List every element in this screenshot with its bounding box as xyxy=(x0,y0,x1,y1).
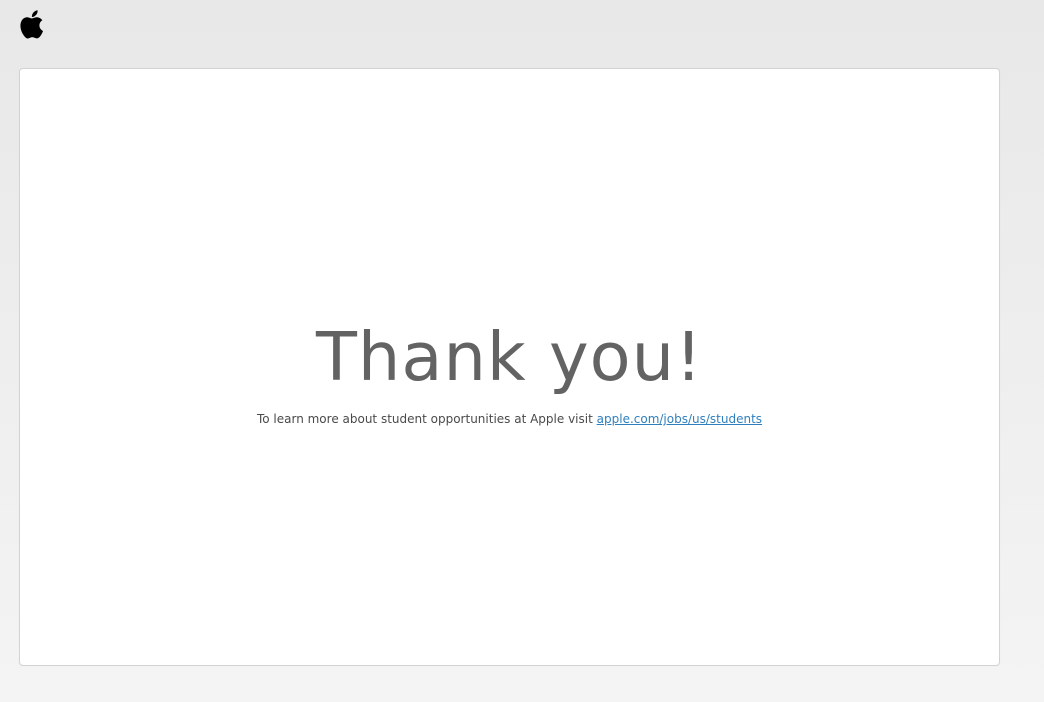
content-card: Thank you! To learn more about student o… xyxy=(19,68,1000,666)
apple-logo-icon[interactable] xyxy=(19,10,46,40)
page-title: Thank you! xyxy=(316,318,703,396)
message-text: To learn more about student opportunitie… xyxy=(256,412,593,426)
student-opportunities-message: To learn more about student opportunitie… xyxy=(20,411,999,427)
students-jobs-link[interactable]: apple.com/jobs/us/students xyxy=(597,412,762,426)
thank-you-section: Thank you! To learn more about student o… xyxy=(20,317,999,427)
